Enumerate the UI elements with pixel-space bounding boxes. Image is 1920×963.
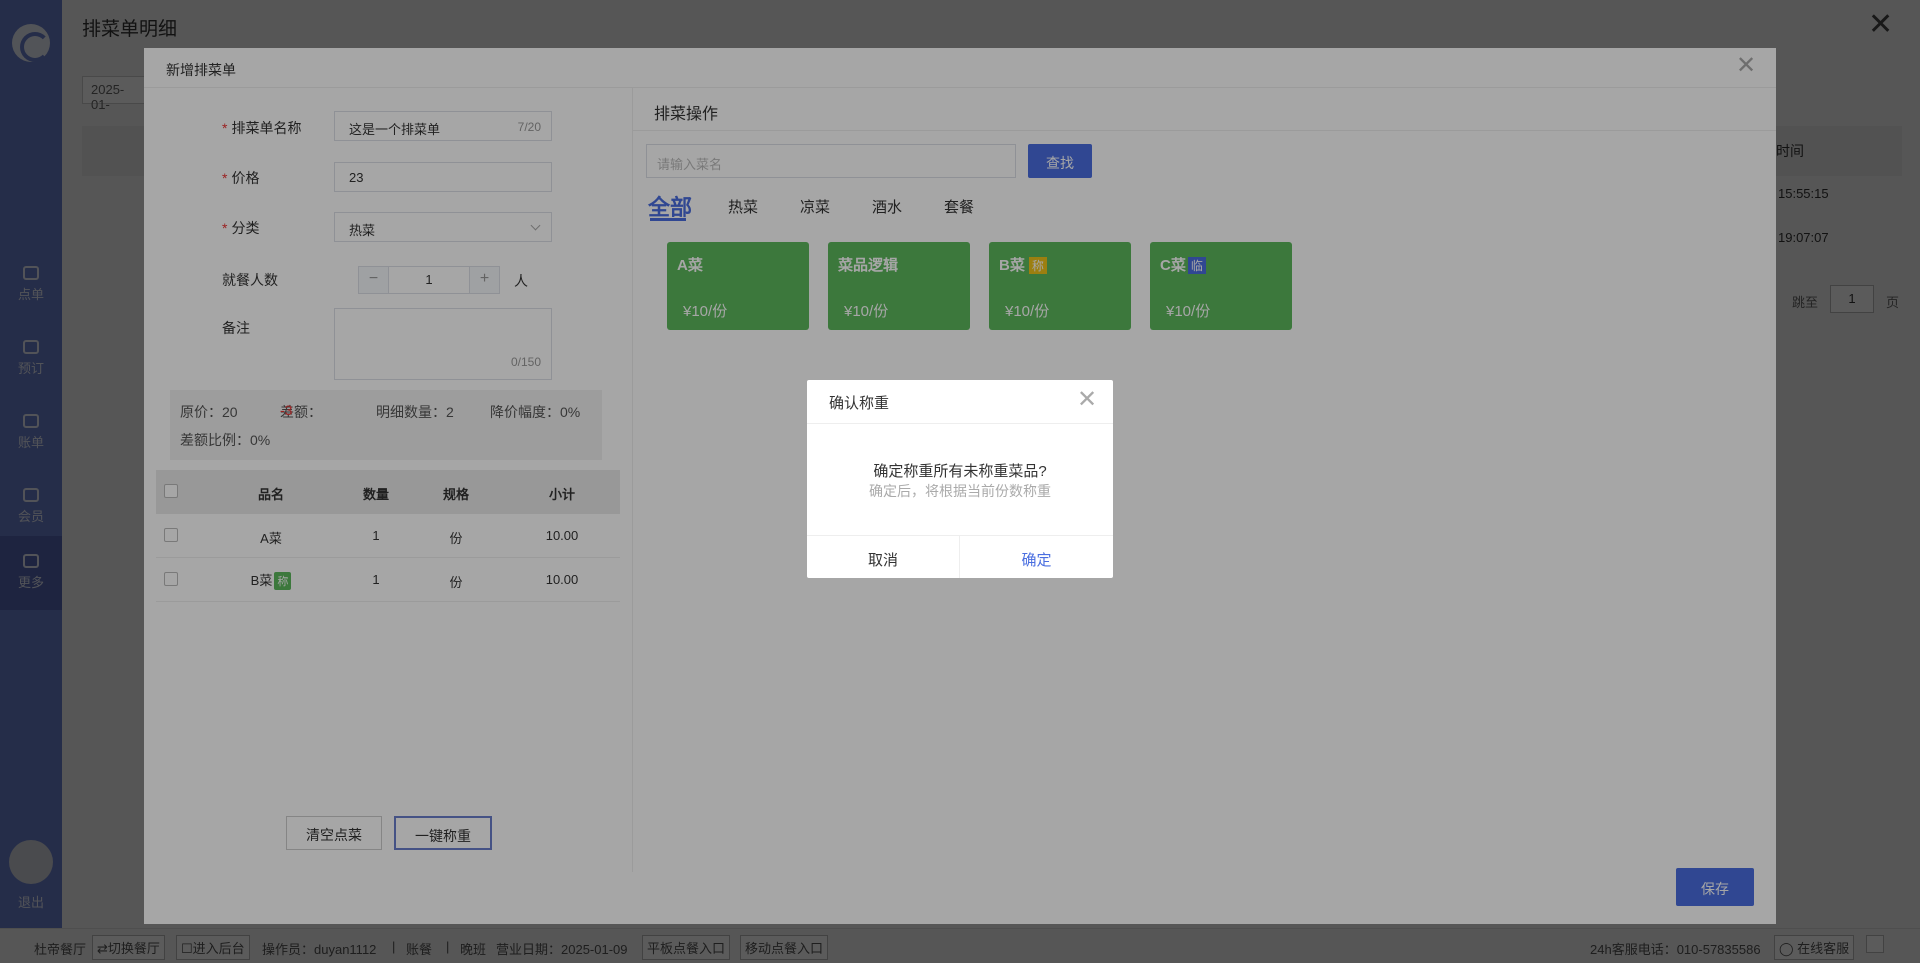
confirm-button[interactable]: 确定 — [960, 549, 1113, 570]
dialog-subtext: 确定后，将根据当前份数称重 — [869, 483, 1051, 499]
cancel-button[interactable]: 取消 — [807, 549, 959, 570]
divider — [807, 535, 1113, 536]
close-icon[interactable]: ✕ — [1077, 388, 1097, 412]
confirm-weigh-dialog: 确认称重 ✕ 确定称重所有未称重菜品? 确定后，将根据当前份数称重 取消 确定 — [807, 380, 1113, 578]
divider — [807, 423, 1113, 424]
dialog-message: 确定称重所有未称重菜品? — [873, 463, 1047, 480]
dialog-title: 确认称重 — [829, 395, 890, 412]
